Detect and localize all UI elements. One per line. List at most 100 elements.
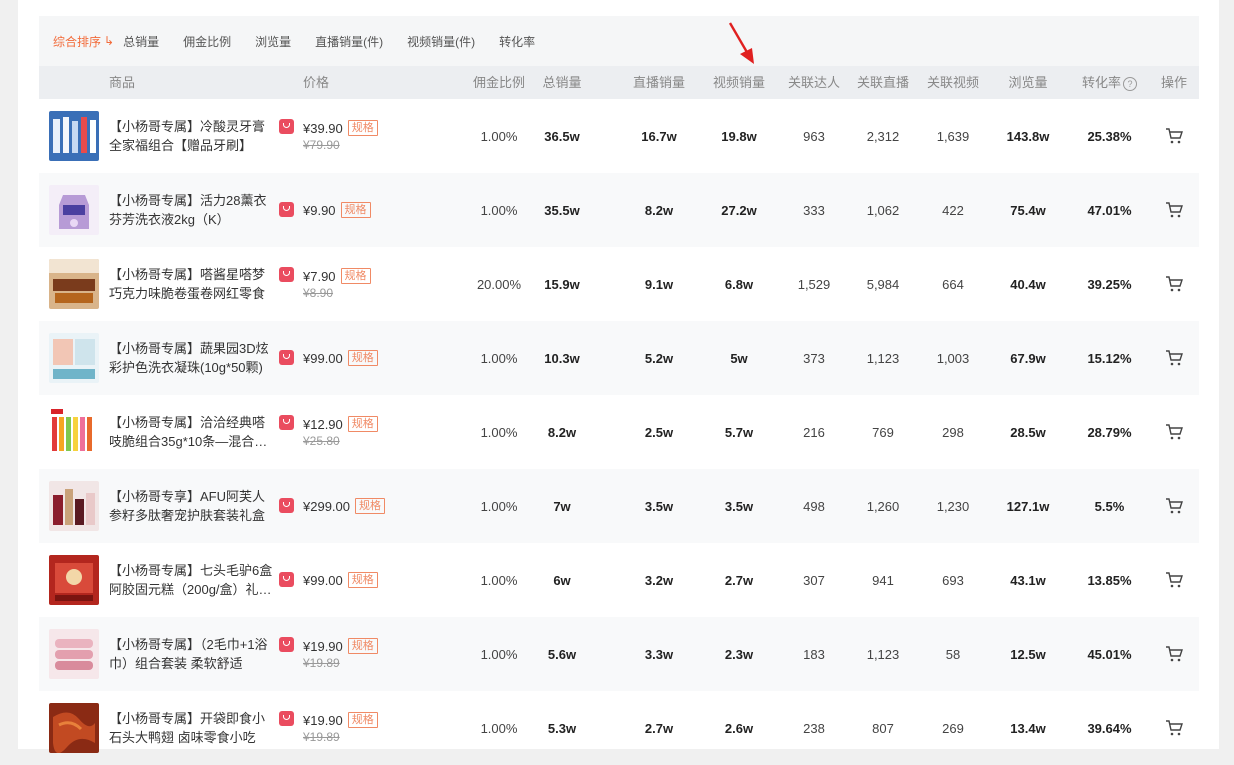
shop-bag-icon[interactable] bbox=[279, 572, 294, 587]
linked-live[interactable]: 1,260 bbox=[851, 469, 915, 543]
spec-tag[interactable]: 规格 bbox=[347, 638, 378, 654]
linked-live[interactable]: 769 bbox=[851, 395, 915, 469]
total-sales: 36.5w bbox=[544, 128, 580, 144]
product-thumbnail[interactable] bbox=[49, 407, 99, 457]
commission: 20.00% bbox=[476, 276, 522, 292]
product-thumbnail[interactable] bbox=[49, 111, 99, 161]
sort-views[interactable]: 浏览量 bbox=[255, 16, 291, 66]
shop-bag-icon[interactable] bbox=[279, 119, 294, 134]
cart-icon bbox=[1166, 572, 1183, 588]
cart-icon bbox=[1166, 498, 1183, 514]
product-name[interactable]: 【小杨哥专属】冷酸灵牙膏全家福组合【赠品牙刷】 bbox=[109, 99, 274, 173]
product-name[interactable]: 【小杨哥专属】七头毛驴6盒阿胶固元糕（200g/盒）礼盒装 bbox=[109, 543, 274, 617]
commission: 1.00% bbox=[480, 350, 518, 366]
linked-video[interactable]: 693 bbox=[921, 543, 985, 617]
sort-conversion[interactable]: 转化率 bbox=[499, 16, 535, 66]
linked-live[interactable]: 1,062 bbox=[851, 173, 915, 247]
help-icon[interactable]: ? bbox=[1123, 76, 1137, 91]
cart-icon bbox=[1166, 276, 1183, 292]
product-thumbnail[interactable] bbox=[49, 555, 99, 605]
linked-video[interactable]: 1,639 bbox=[921, 99, 985, 173]
price: ¥39.90 bbox=[303, 120, 343, 136]
linked-live[interactable]: 941 bbox=[851, 543, 915, 617]
total-sales: 5.6w bbox=[547, 646, 577, 662]
spec-tag[interactable]: 规格 bbox=[347, 350, 378, 366]
shop-bag-icon[interactable] bbox=[279, 267, 294, 282]
linked-video[interactable]: 422 bbox=[921, 173, 985, 247]
linked-creators[interactable]: 963 bbox=[782, 99, 846, 173]
commission: 1.00% bbox=[480, 498, 518, 514]
linked-creators[interactable]: 307 bbox=[782, 543, 846, 617]
product-name[interactable]: 【小杨哥专享】AFU阿芙人参籽多肽奢宠护肤套装礼盒 bbox=[109, 469, 274, 543]
linked-creators[interactable]: 333 bbox=[782, 173, 846, 247]
live-sales: 9.1w bbox=[644, 276, 674, 292]
add-to-cart-button[interactable] bbox=[1151, 395, 1197, 469]
linked-creators[interactable]: 1,529 bbox=[782, 247, 846, 321]
sort-commission[interactable]: 佣金比例 bbox=[183, 16, 231, 66]
product-thumbnail[interactable] bbox=[49, 333, 99, 383]
sort-total-sales[interactable]: 总销量 bbox=[123, 16, 159, 66]
linked-creators[interactable]: 498 bbox=[782, 469, 846, 543]
linked-creators[interactable]: 216 bbox=[782, 395, 846, 469]
sort-composite[interactable]: 综合排序 ↳ bbox=[53, 16, 114, 66]
header-action: 操作 bbox=[1160, 75, 1187, 90]
add-to-cart-button[interactable] bbox=[1151, 247, 1197, 321]
product-thumbnail[interactable] bbox=[49, 703, 99, 753]
spec-tag[interactable]: 规格 bbox=[340, 202, 371, 218]
product-thumbnail[interactable] bbox=[49, 481, 99, 531]
shop-bag-icon[interactable] bbox=[279, 350, 294, 365]
cart-icon bbox=[1166, 202, 1183, 218]
sort-video-sales[interactable]: 视频销量(件) bbox=[407, 16, 475, 66]
price-cell: ¥9.90 规格 bbox=[303, 173, 463, 247]
shop-bag-icon[interactable] bbox=[279, 498, 294, 513]
add-to-cart-button[interactable] bbox=[1151, 543, 1197, 617]
linked-creators[interactable]: 373 bbox=[782, 321, 846, 395]
spec-tag[interactable]: 规格 bbox=[355, 498, 385, 514]
product-name[interactable]: 【小杨哥专属】（2毛巾+1浴巾）组合套装 柔软舒适 bbox=[109, 617, 274, 691]
spec-tag[interactable]: 规格 bbox=[347, 712, 378, 728]
sort-live-sales[interactable]: 直播销量(件) bbox=[315, 16, 383, 66]
product-thumbnail[interactable] bbox=[49, 259, 99, 309]
add-to-cart-button[interactable] bbox=[1151, 173, 1197, 247]
price-cell: ¥19.90 规格 ¥19.89 bbox=[303, 691, 463, 765]
linked-live[interactable]: 5,984 bbox=[851, 247, 915, 321]
add-to-cart-button[interactable] bbox=[1151, 469, 1197, 543]
live-sales: 8.2w bbox=[644, 202, 674, 218]
linked-creators[interactable]: 238 bbox=[782, 691, 846, 765]
video-sales: 2.7w bbox=[724, 572, 754, 588]
product-thumbnail[interactable] bbox=[49, 629, 99, 679]
product-name[interactable]: 【小杨哥专属】嗒酱星嗒梦巧克力味脆卷蛋卷网红零食 bbox=[109, 247, 274, 321]
linked-live[interactable]: 1,123 bbox=[851, 617, 915, 691]
spec-tag[interactable]: 规格 bbox=[347, 416, 378, 432]
product-name[interactable]: 【小杨哥专属】开袋即食小石头大鸭翅 卤味零食小吃 bbox=[109, 691, 274, 765]
linked-video[interactable]: 269 bbox=[921, 691, 985, 765]
linked-video[interactable]: 1,230 bbox=[921, 469, 985, 543]
views: 12.5w bbox=[1010, 646, 1046, 662]
add-to-cart-button[interactable] bbox=[1151, 617, 1197, 691]
product-thumbnail[interactable] bbox=[49, 185, 99, 235]
product-name[interactable]: 【小杨哥专属】洽洽经典嗒吱脆组合35g*10条—混合口味 bbox=[109, 395, 274, 469]
linked-live[interactable]: 1,123 bbox=[851, 321, 915, 395]
linked-video[interactable]: 664 bbox=[921, 247, 985, 321]
product-name[interactable]: 【小杨哥专属】蔬果园3D炫彩护色洗衣凝珠(10g*50颗) bbox=[109, 321, 274, 395]
shop-bag-icon[interactable] bbox=[279, 415, 294, 430]
linked-video[interactable]: 298 bbox=[921, 395, 985, 469]
spec-tag[interactable]: 规格 bbox=[347, 572, 378, 588]
linked-video[interactable]: 1,003 bbox=[921, 321, 985, 395]
add-to-cart-button[interactable] bbox=[1151, 99, 1197, 173]
spec-tag[interactable]: 规格 bbox=[340, 268, 371, 284]
linked-video[interactable]: 58 bbox=[921, 617, 985, 691]
shop-bag-icon[interactable] bbox=[279, 202, 294, 217]
linked-live[interactable]: 2,312 bbox=[851, 99, 915, 173]
product-name[interactable]: 【小杨哥专属】活力28薰衣芬芳洗衣液2kg（K） bbox=[109, 173, 274, 247]
conversion: 25.38% bbox=[1087, 128, 1132, 144]
live-sales: 3.5w bbox=[644, 498, 674, 514]
shop-bag-icon[interactable] bbox=[279, 711, 294, 726]
video-sales: 6.8w bbox=[724, 276, 754, 292]
linked-creators[interactable]: 183 bbox=[782, 617, 846, 691]
linked-live[interactable]: 807 bbox=[851, 691, 915, 765]
shop-bag-icon[interactable] bbox=[279, 637, 294, 652]
spec-tag[interactable]: 规格 bbox=[347, 120, 378, 136]
add-to-cart-button[interactable] bbox=[1151, 691, 1197, 765]
add-to-cart-button[interactable] bbox=[1151, 321, 1197, 395]
